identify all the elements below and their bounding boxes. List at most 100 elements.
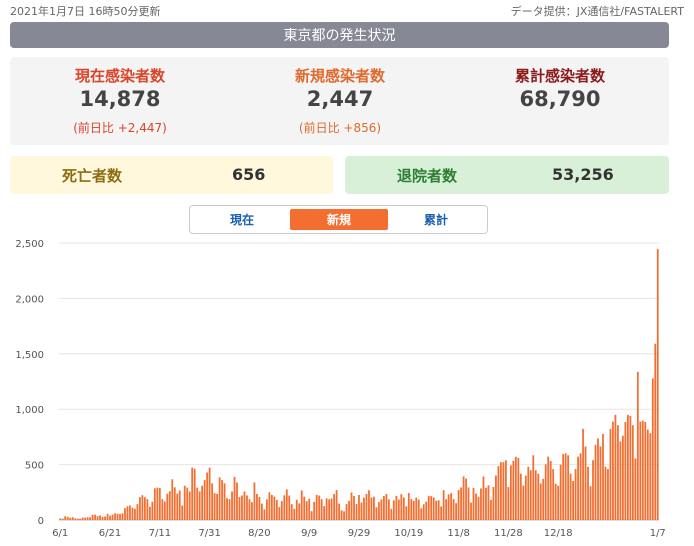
bar — [109, 515, 111, 520]
bar — [193, 468, 196, 520]
tab-total[interactable]: 累計 — [387, 209, 485, 230]
deaths-label: 死亡者数 — [62, 167, 123, 185]
x-tick-label: 11/28 — [494, 528, 523, 539]
bar — [435, 500, 438, 520]
bar — [500, 462, 502, 520]
bar — [303, 496, 306, 520]
bar — [158, 487, 161, 520]
bar — [447, 494, 450, 520]
deaths-value: 656 — [232, 165, 266, 184]
bar — [143, 497, 146, 520]
bar — [348, 500, 350, 520]
bar — [136, 504, 139, 520]
bar — [477, 496, 480, 520]
bar — [253, 482, 256, 520]
bar — [375, 507, 378, 520]
tab-new[interactable]: 新規 — [290, 209, 388, 230]
bar — [373, 496, 375, 520]
bar — [121, 513, 124, 520]
bar — [119, 514, 121, 520]
bar — [567, 455, 570, 520]
y-tick-label: 1,000 — [15, 405, 44, 416]
bar — [651, 378, 654, 520]
bar — [383, 495, 385, 520]
stat-total-value: 68,790 — [519, 87, 601, 111]
bar — [641, 420, 644, 520]
bar — [564, 453, 567, 520]
bar — [529, 470, 532, 520]
bar — [465, 478, 467, 520]
bar — [178, 490, 181, 520]
stat-new-label: 新規感染者数 — [294, 67, 385, 85]
bar — [587, 466, 589, 520]
bar — [397, 499, 400, 520]
bar — [527, 466, 530, 520]
bar — [410, 499, 413, 520]
bar — [206, 472, 209, 520]
tab-current[interactable]: 現在 — [193, 209, 291, 230]
bar — [599, 446, 602, 520]
x-tick-label: 8/20 — [248, 528, 270, 539]
bar — [295, 499, 298, 520]
bar — [265, 499, 268, 520]
bar — [261, 503, 263, 520]
bar — [574, 469, 577, 520]
bar — [340, 510, 343, 520]
stat-new: 新規感染者数 2,447 (前日比 +856) — [230, 57, 450, 145]
bar — [460, 487, 462, 520]
bar — [405, 506, 408, 520]
bar — [360, 502, 363, 520]
bar — [577, 456, 579, 520]
bar — [584, 446, 587, 520]
bar — [211, 483, 214, 520]
bar — [532, 455, 535, 520]
bar — [432, 497, 435, 520]
y-tick-label: 500 — [25, 461, 44, 472]
bar — [345, 504, 348, 520]
x-tick-label: 11/8 — [447, 528, 469, 539]
bar — [604, 466, 607, 520]
bar — [151, 501, 154, 520]
y-tick-label: 1,500 — [15, 350, 44, 361]
bar — [592, 460, 594, 520]
bar — [422, 504, 425, 520]
bar — [96, 516, 99, 520]
bar — [425, 501, 428, 520]
bar — [504, 460, 507, 520]
bar — [328, 499, 331, 520]
bar — [537, 473, 540, 520]
bar — [106, 513, 109, 520]
bar — [457, 490, 460, 520]
bar — [305, 501, 308, 520]
bar — [475, 493, 477, 520]
bar — [622, 435, 624, 520]
bar — [129, 505, 131, 520]
bar — [323, 506, 326, 520]
x-tick-label: 12/18 — [544, 528, 573, 539]
bar — [86, 517, 89, 520]
bar — [412, 500, 415, 520]
bar — [114, 513, 116, 520]
bar — [298, 503, 301, 520]
bar — [166, 493, 169, 520]
bar — [480, 488, 482, 520]
bar — [467, 487, 470, 520]
bar — [522, 485, 525, 520]
bar — [218, 477, 221, 520]
bar — [579, 453, 582, 520]
bar — [562, 454, 565, 520]
bar — [455, 503, 457, 520]
bar — [91, 514, 94, 520]
bar — [612, 421, 614, 520]
bar — [656, 248, 659, 520]
bar — [308, 498, 311, 520]
stat-new-value: 2,447 — [306, 87, 374, 111]
y-tick-label: 0 — [38, 516, 44, 527]
bar — [275, 499, 278, 520]
bar — [569, 473, 572, 520]
bar — [233, 476, 236, 520]
bar — [176, 493, 179, 520]
bar — [270, 494, 273, 520]
bar — [313, 501, 316, 520]
bar — [74, 518, 77, 520]
